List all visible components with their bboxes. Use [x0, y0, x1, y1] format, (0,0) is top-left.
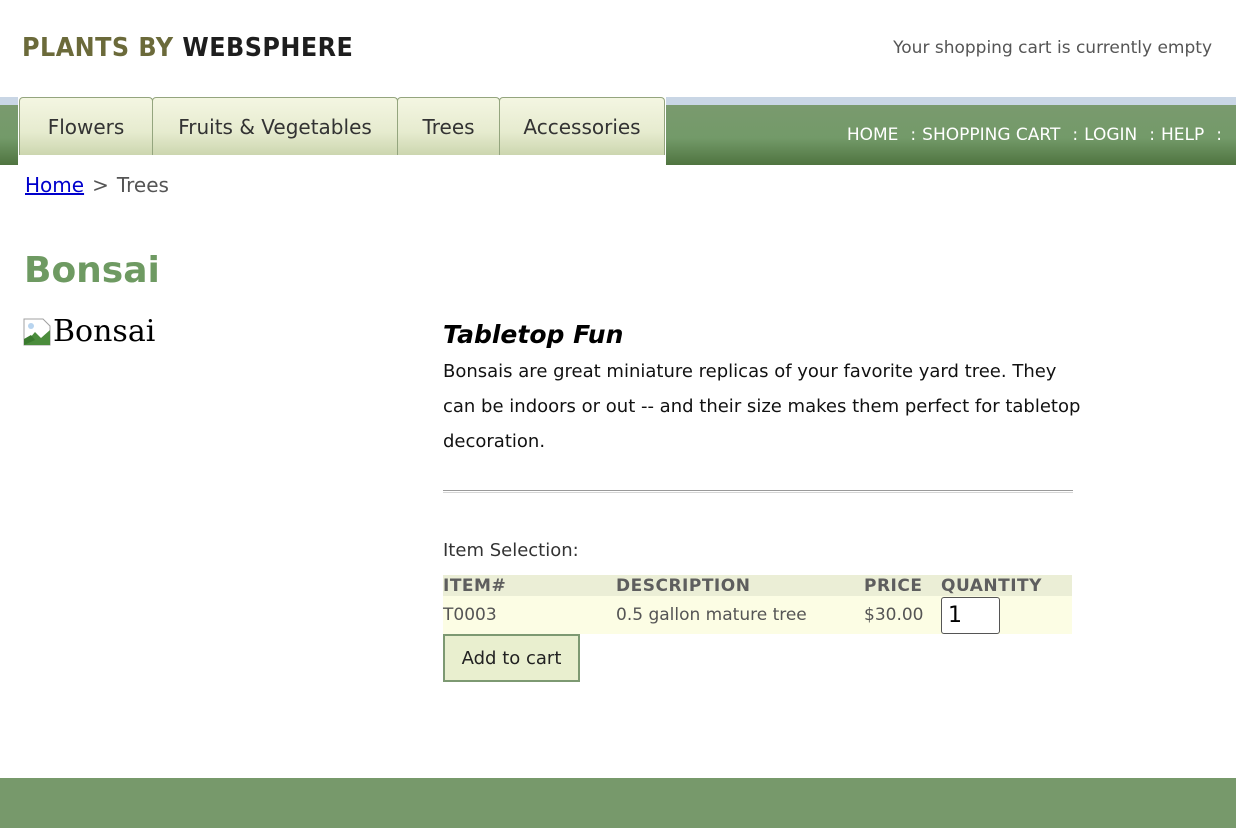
broken-image-icon: [23, 318, 51, 346]
nav-bar: Flowers Fruits & Vegetables Trees Access…: [0, 97, 1236, 165]
product-subtitle: Tabletop Fun: [443, 320, 624, 349]
divider: [443, 490, 1073, 493]
table-row: T0003 0.5 gallon mature tree $30.00: [443, 596, 1072, 634]
tab-trees[interactable]: Trees: [397, 97, 500, 155]
breadcrumb-home-link[interactable]: Home: [25, 173, 84, 197]
help-link[interactable]: HELP: [1161, 125, 1204, 145]
item-quantity-cell: [941, 596, 1072, 634]
item-description-cell: 0.5 gallon mature tree: [616, 596, 864, 634]
home-link[interactable]: HOME: [847, 125, 899, 145]
site-header: PLANTS BY WEBSPHERE Your shopping cart i…: [0, 0, 1236, 97]
tab-flowers[interactable]: Flowers: [19, 97, 153, 155]
breadcrumb: Home > Trees: [25, 173, 169, 197]
column-header-quantity: QUANTITY: [941, 575, 1072, 596]
item-table: ITEM# DESCRIPTION PRICE QUANTITY T0003 0…: [443, 575, 1072, 634]
tab-accessories[interactable]: Accessories: [499, 97, 665, 155]
shopping-cart-link[interactable]: SHOPPING CART: [922, 125, 1060, 145]
table-header-row: ITEM# DESCRIPTION PRICE QUANTITY: [443, 575, 1072, 596]
item-price-cell: $30.00: [864, 596, 941, 634]
breadcrumb-current: Trees: [116, 173, 169, 197]
breadcrumb-separator: >: [92, 173, 109, 197]
link-separator: :: [1149, 125, 1156, 145]
link-separator: :: [1072, 125, 1079, 145]
product-image: Bonsai: [23, 314, 155, 349]
column-header-item: ITEM#: [443, 575, 616, 596]
tab-fruits-vegetables[interactable]: Fruits & Vegetables: [152, 97, 398, 155]
add-to-cart-button[interactable]: Add to cart: [443, 634, 580, 682]
quantity-input[interactable]: [941, 596, 1000, 634]
product-image-alt: Bonsai: [53, 314, 156, 349]
column-header-description: DESCRIPTION: [616, 575, 864, 596]
product-description: Bonsais are great miniature replicas of …: [443, 361, 1081, 452]
cart-status: Your shopping cart is currently empty: [893, 38, 1212, 58]
site-logo[interactable]: PLANTS BY WEBSPHERE: [22, 33, 353, 63]
top-links: HOME : SHOPPING CART : LOGIN : HELP :: [847, 125, 1228, 145]
column-header-price: PRICE: [864, 575, 941, 596]
page-title: Bonsai: [24, 250, 160, 291]
link-separator: :: [1216, 125, 1222, 145]
logo-text-plants: PLANTS BY: [22, 33, 183, 63]
login-link[interactable]: LOGIN: [1084, 125, 1137, 145]
logo-text-websphere: WEBSPHERE: [182, 33, 354, 63]
item-number-cell: T0003: [443, 596, 616, 634]
item-selection-label: Item Selection:: [443, 540, 579, 561]
link-separator: :: [910, 125, 917, 145]
footer-bar: [0, 778, 1236, 828]
